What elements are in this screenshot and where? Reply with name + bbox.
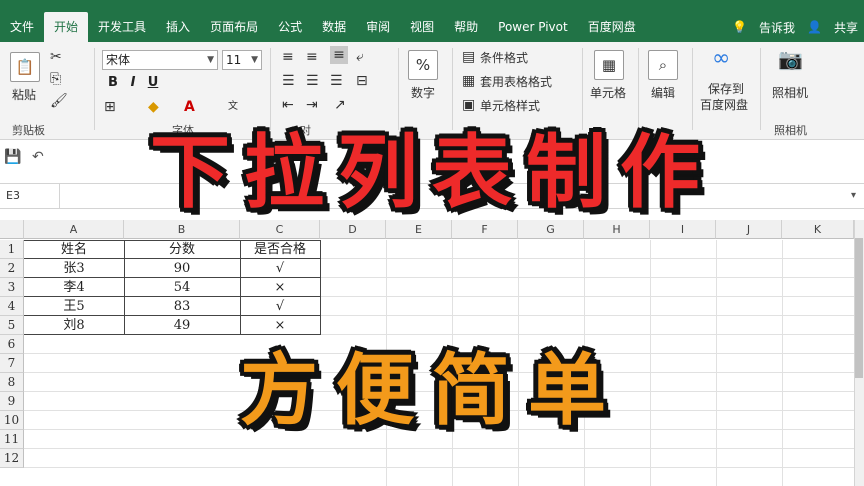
table-format-icon[interactable]: ▦	[462, 72, 475, 90]
table-border	[320, 240, 321, 335]
tab-home[interactable]: 开始	[44, 12, 89, 42]
gridline	[24, 448, 854, 449]
cell-b1[interactable]: 分数	[124, 240, 240, 259]
paste-label[interactable]: 粘贴	[12, 86, 36, 103]
number-format-label[interactable]: 数字	[411, 84, 435, 101]
row-header-3[interactable]: 3	[0, 278, 24, 297]
tab-formulas[interactable]: 公式	[268, 12, 312, 42]
row-header-12[interactable]: 12	[0, 449, 24, 468]
font-size-value: 11	[226, 53, 242, 67]
conditional-format-icon[interactable]: ▤	[462, 48, 475, 66]
conditional-format-button[interactable]: 条件格式	[480, 49, 528, 66]
overlay-title-main: 下拉列表制作	[150, 126, 714, 219]
overlay-title-sub: 方便简单	[239, 346, 624, 436]
excel-window: 文件 开始 开发工具 插入 页面布局 公式 数据 审阅 视图 帮助 Power …	[0, 0, 864, 486]
paste-icon[interactable]: 📋	[10, 52, 40, 82]
cut-icon[interactable]: ✂	[50, 48, 62, 66]
bold-button[interactable]: B	[104, 74, 122, 92]
ribbon-tab-bar: 文件 开始 开发工具 插入 页面布局 公式 数据 审阅 视图 帮助 Power …	[0, 12, 864, 42]
cell-b2[interactable]: 90	[124, 259, 240, 278]
row-header-1[interactable]: 1	[0, 240, 24, 259]
cell-c1[interactable]: 是否合格	[240, 240, 320, 259]
merge-cells-icon[interactable]: ⊟	[356, 72, 368, 90]
baidu-netdisk-icon[interactable]: ∞	[712, 48, 730, 70]
row-header-4[interactable]: 4	[0, 297, 24, 316]
tell-me-search[interactable]: 告诉我	[753, 19, 801, 36]
cell-a4[interactable]: 王5	[24, 297, 124, 316]
align-left-icon[interactable]: ☰	[282, 72, 295, 90]
tab-data[interactable]: 数据	[312, 12, 356, 42]
underline-button[interactable]: U	[144, 74, 162, 92]
tab-help[interactable]: 帮助	[444, 12, 488, 42]
chevron-down-icon: ▼	[251, 55, 258, 65]
tab-page-layout[interactable]: 页面布局	[200, 12, 268, 42]
tab-baidu-netdisk[interactable]: 百度网盘	[578, 12, 646, 42]
italic-button[interactable]: I	[124, 74, 142, 92]
camera-icon[interactable]: 📷	[778, 49, 803, 69]
gridline	[24, 467, 854, 468]
font-name-select[interactable]: 宋体 ▼	[102, 50, 218, 70]
copy-icon[interactable]: ⎘	[50, 70, 61, 88]
percent-icon[interactable]: %	[408, 50, 438, 80]
table-format-button[interactable]: 套用表格格式	[480, 73, 552, 90]
person-icon[interactable]: 👤	[801, 20, 828, 34]
search-icon[interactable]: ⌕	[648, 50, 678, 80]
tab-power-pivot[interactable]: Power Pivot	[488, 12, 578, 42]
cell-a3[interactable]: 李4	[24, 278, 124, 297]
cell-c4[interactable]: √	[240, 297, 320, 316]
row-header-2[interactable]: 2	[0, 259, 24, 278]
wrap-text-icon[interactable]: ⤶	[356, 48, 364, 66]
tab-review[interactable]: 审阅	[356, 12, 400, 42]
camera-label[interactable]: 照相机	[772, 84, 808, 101]
title-strip	[0, 0, 864, 12]
tab-insert[interactable]: 插入	[156, 12, 200, 42]
font-name-value: 宋体	[106, 53, 131, 67]
tab-developer[interactable]: 开发工具	[88, 12, 156, 42]
chevron-down-icon: ▼	[207, 55, 214, 65]
cell-a1[interactable]: 姓名	[24, 240, 124, 259]
tab-file[interactable]: 文件	[0, 12, 44, 42]
cell-a2[interactable]: 张3	[24, 259, 124, 278]
align-center-icon[interactable]: ☰	[306, 72, 319, 90]
editing-label[interactable]: 编辑	[651, 84, 675, 101]
cell-b4[interactable]: 83	[124, 297, 240, 316]
align-top-icon[interactable]: ≡	[282, 48, 294, 66]
tab-view[interactable]: 视图	[400, 12, 444, 42]
align-middle-icon[interactable]: ≡	[306, 48, 318, 66]
cell-c2[interactable]: √	[240, 259, 320, 278]
font-size-select[interactable]: 11 ▼	[222, 50, 262, 70]
align-right-icon[interactable]: ☰	[330, 72, 343, 90]
align-bottom-icon[interactable]: ≡	[330, 46, 348, 64]
cell-b3[interactable]: 54	[124, 278, 240, 297]
lightbulb-icon[interactable]: 💡	[726, 20, 753, 34]
save-baidu-label-1[interactable]: 保存到	[708, 80, 744, 97]
cells-label[interactable]: 单元格	[590, 84, 626, 101]
cells-icon[interactable]: ▦	[594, 50, 624, 80]
cell-c3[interactable]: ×	[240, 278, 320, 297]
share-button[interactable]: 共享	[828, 19, 864, 36]
